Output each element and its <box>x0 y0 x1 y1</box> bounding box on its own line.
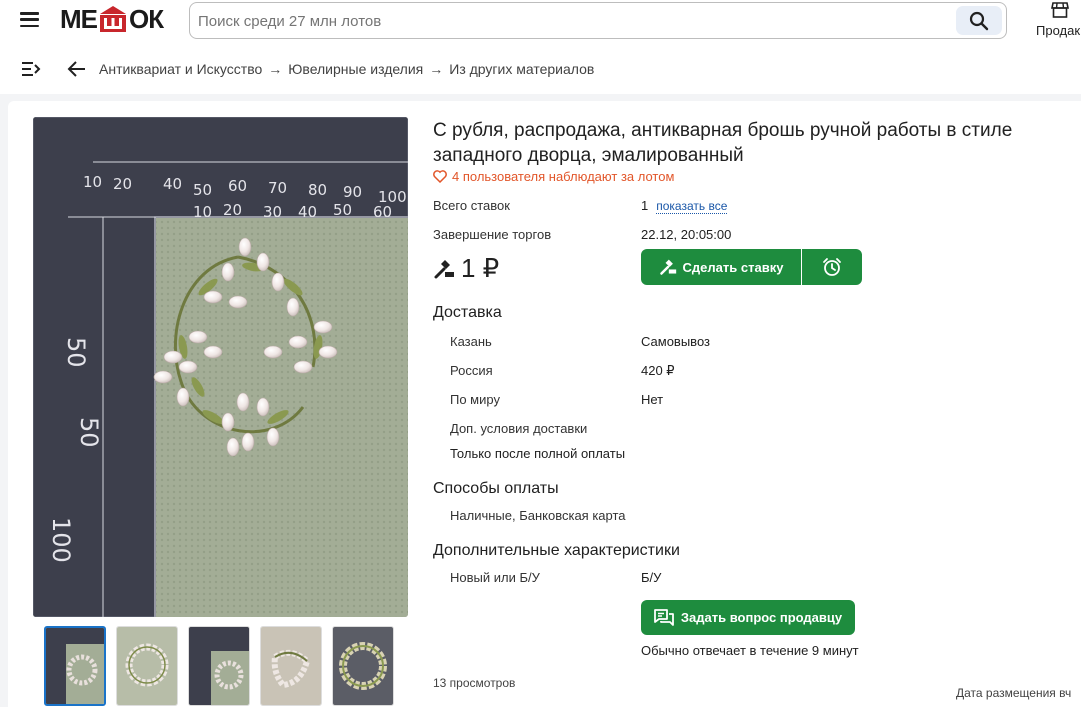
svg-text:80: 80 <box>308 181 327 199</box>
characteristic-label: Новый или Б/У <box>450 570 540 585</box>
place-bid-button[interactable]: Сделать ставку <box>641 249 801 285</box>
svg-text:60: 60 <box>228 177 247 195</box>
photo-thumbnails <box>44 626 394 706</box>
sell-label: Продак <box>1036 23 1081 38</box>
svg-text:ОК: ОК <box>129 4 164 34</box>
svg-text:100: 100 <box>47 517 75 563</box>
breadcrumb-item-jewelry[interactable]: Ювелирные изделия <box>288 61 423 77</box>
svg-text:50: 50 <box>75 417 103 448</box>
breadcrumb-item-antiques[interactable]: Антиквариат и Искусство <box>99 61 262 77</box>
category-menu-icon[interactable] <box>21 61 41 77</box>
seller-reply-time: Обычно отвечает в течение 9 минут <box>641 643 859 658</box>
thumbnail[interactable] <box>116 626 178 706</box>
svg-text:50: 50 <box>193 181 212 199</box>
svg-text:40: 40 <box>298 203 317 221</box>
breadcrumb: Антиквариат и Искусство → Ювелирные изде… <box>99 61 594 77</box>
watchers-info[interactable]: 4 пользователя наблюдают за лотом <box>433 169 674 184</box>
thumbnail[interactable] <box>44 626 106 706</box>
ask-seller-button[interactable]: Задать вопрос продавцу <box>641 600 855 635</box>
svg-text:30: 30 <box>263 203 282 221</box>
delivery-heading: Доставка <box>433 304 502 321</box>
delivery-row-value: 420 ₽ <box>641 363 675 378</box>
svg-text:10: 10 <box>83 173 102 191</box>
chat-icon <box>653 608 674 626</box>
characteristic-value: Б/У <box>641 570 662 585</box>
main-photo[interactable]: 10 20 40 50 60 70 80 90 100 10 20 30 40 50 60 50 5… <box>33 117 408 617</box>
payment-methods: Наличные, Банковская карта <box>450 508 626 523</box>
search-box <box>189 2 1007 39</box>
total-bids-value: 1 <box>641 198 649 213</box>
auction-end-value: 22.12, 20:05:00 <box>641 227 732 242</box>
delivery-row-label: Россия <box>450 363 493 378</box>
search-icon <box>969 11 989 30</box>
thumbnail-image <box>189 627 249 705</box>
price-value: 1 ₽ <box>461 253 500 283</box>
payment-heading: Способы оплаты <box>433 480 559 497</box>
total-bids-label: Всего ставок <box>433 198 510 213</box>
characteristics-heading: Дополнительные характеристики <box>433 542 680 559</box>
search-button[interactable] <box>956 6 1002 35</box>
thumbnail[interactable] <box>188 626 250 706</box>
svg-text:10: 10 <box>193 203 212 221</box>
back-arrow-icon[interactable] <box>67 59 87 79</box>
alarm-clock-icon <box>823 258 841 276</box>
auction-gavel-icon <box>434 259 454 278</box>
logo-icon: МЕ ОК <box>60 4 165 34</box>
breadcrumb-item-other-materials[interactable]: Из других материалов <box>449 61 594 77</box>
show-all-bids-link[interactable]: показать все <box>656 199 728 214</box>
thumbnail[interactable] <box>260 626 322 706</box>
thumbnail[interactable] <box>332 626 394 706</box>
views-count: 13 просмотров <box>433 676 516 690</box>
delivery-row-label: Казань <box>450 334 492 349</box>
delivery-extra-label: Доп. условия доставки <box>450 421 588 436</box>
breadcrumb-separator: → <box>429 61 444 77</box>
ask-seller-label: Задать вопрос продавцу <box>680 610 843 625</box>
svg-text:50: 50 <box>62 337 90 368</box>
delivery-row-value: Самовывоз <box>641 334 710 349</box>
place-bid-label: Сделать ставку <box>682 259 784 275</box>
thumbnail-image <box>333 627 393 705</box>
heart-icon <box>433 170 447 183</box>
store-icon <box>1051 2 1069 18</box>
watchers-text: 4 пользователя наблюдают за лотом <box>452 169 675 184</box>
svg-text:40: 40 <box>163 175 182 193</box>
site-logo[interactable]: МЕ ОК <box>60 4 172 34</box>
delivery-row-label: По миру <box>450 392 500 407</box>
delivery-extra-note: Только после полной оплаты <box>450 446 626 461</box>
breadcrumb-bar: Антиквариат и Искусство → Ювелирные изде… <box>0 44 1081 94</box>
svg-text:20: 20 <box>113 175 132 193</box>
svg-text:50: 50 <box>333 201 352 219</box>
svg-text:МЕ: МЕ <box>60 4 98 34</box>
svg-text:90: 90 <box>343 183 362 201</box>
svg-text:70: 70 <box>268 179 287 197</box>
thumbnail-image <box>117 627 177 705</box>
current-price: 1 ₽ <box>433 253 499 284</box>
auction-gavel-icon <box>659 259 676 275</box>
svg-text:20: 20 <box>223 201 242 219</box>
auction-end-label: Завершение торгов <box>433 227 552 242</box>
lot-title: С рубля, распродажа, антикварная брошь р… <box>433 120 1013 166</box>
brooch-photo-image: 10 20 40 50 60 70 80 90 100 10 20 30 40 50 60 50 5… <box>33 117 408 617</box>
reminder-button[interactable] <box>802 249 862 285</box>
thumbnail-image <box>261 627 321 705</box>
svg-text:60: 60 <box>373 203 392 221</box>
delivery-row-value: Нет <box>641 392 664 407</box>
menu-icon[interactable] <box>20 12 39 27</box>
top-bar: МЕ ОК Продак <box>0 0 1081 44</box>
sell-button[interactable]: Продак <box>1036 2 1081 42</box>
thumbnail-image <box>46 628 104 704</box>
posted-date-label: Дата размещения вч <box>956 686 1072 700</box>
total-bids-value-group: 1 показать все <box>641 198 728 214</box>
breadcrumb-separator: → <box>268 61 283 77</box>
search-input[interactable] <box>198 9 938 33</box>
